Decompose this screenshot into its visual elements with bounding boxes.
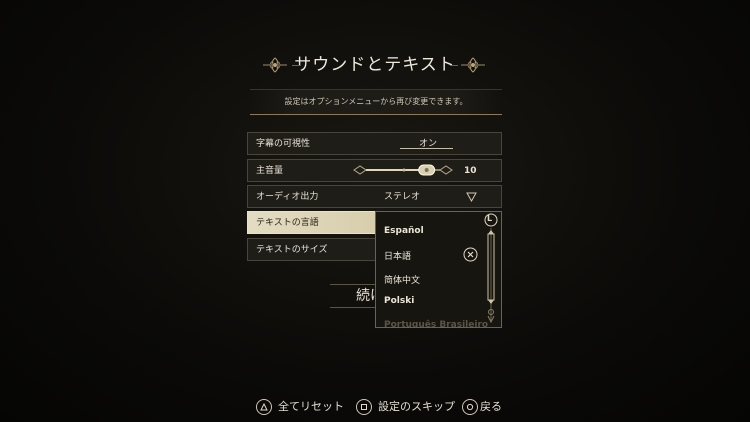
back-label: 戻る bbox=[480, 400, 502, 413]
language-option-spanish[interactable]: Español bbox=[384, 226, 424, 236]
footer-skip[interactable]: 設定のスキップ bbox=[356, 398, 455, 416]
slider-fill bbox=[366, 169, 427, 171]
subtitles-underline bbox=[400, 148, 453, 149]
setting-label: テキストの言語 bbox=[256, 218, 319, 228]
setting-label: オーディオ出力 bbox=[256, 192, 319, 202]
dropdown-scrollbar[interactable] bbox=[483, 212, 499, 327]
setting-row-subtitles[interactable]: 字幕の可視性 オン bbox=[247, 132, 502, 155]
setting-label: テキストのサイズ bbox=[256, 245, 328, 255]
audio-output-value: ステレオ bbox=[384, 192, 421, 202]
page-title: サウンドとテキスト bbox=[294, 55, 456, 75]
setting-label: 字幕の可視性 bbox=[256, 139, 311, 149]
language-option-chinese[interactable]: 简体中文 bbox=[384, 273, 420, 286]
ornament-left-icon bbox=[263, 57, 287, 73]
scroll-glyph-label: L bbox=[487, 214, 493, 223]
language-dropdown[interactable]: Español 日本語 简体中文 Polski Português Brasil… bbox=[375, 211, 502, 328]
volume-value: 10 bbox=[464, 166, 477, 176]
footer-reset[interactable]: 全てリセット bbox=[256, 398, 344, 416]
setting-label: 主音量 bbox=[256, 166, 284, 176]
square-button-icon bbox=[356, 399, 372, 415]
volume-slider[interactable] bbox=[352, 162, 454, 178]
ornament-right-icon bbox=[461, 57, 485, 73]
reset-label: 全てリセット bbox=[278, 400, 344, 413]
page-subtitle: 設定はオプションメニューから再び変更できます。 bbox=[250, 89, 502, 115]
language-option-japanese[interactable]: 日本語 bbox=[384, 249, 411, 262]
language-option-polish[interactable]: Polski bbox=[384, 296, 414, 306]
setting-row-audio-output[interactable]: オーディオ出力 ステレオ bbox=[247, 185, 502, 208]
page-header: サウンドとテキスト bbox=[0, 50, 750, 80]
footer-back[interactable]: 戻る bbox=[462, 398, 502, 416]
circle-button-icon bbox=[462, 399, 478, 415]
slider-left-cap-icon bbox=[353, 165, 367, 175]
slider-right-cap-icon bbox=[439, 165, 453, 175]
triangle-button-icon bbox=[256, 399, 272, 415]
skip-label: 設定のスキップ bbox=[378, 400, 455, 413]
subtitles-value: オン bbox=[419, 139, 438, 149]
cross-button-icon[interactable] bbox=[463, 247, 478, 262]
language-option-portuguese[interactable]: Português Brasileiro bbox=[384, 320, 488, 327]
title-rule-right bbox=[450, 65, 458, 66]
dropdown-triangle-icon bbox=[466, 192, 477, 202]
title-rule-left bbox=[292, 65, 300, 66]
slider-knob[interactable] bbox=[418, 164, 436, 176]
